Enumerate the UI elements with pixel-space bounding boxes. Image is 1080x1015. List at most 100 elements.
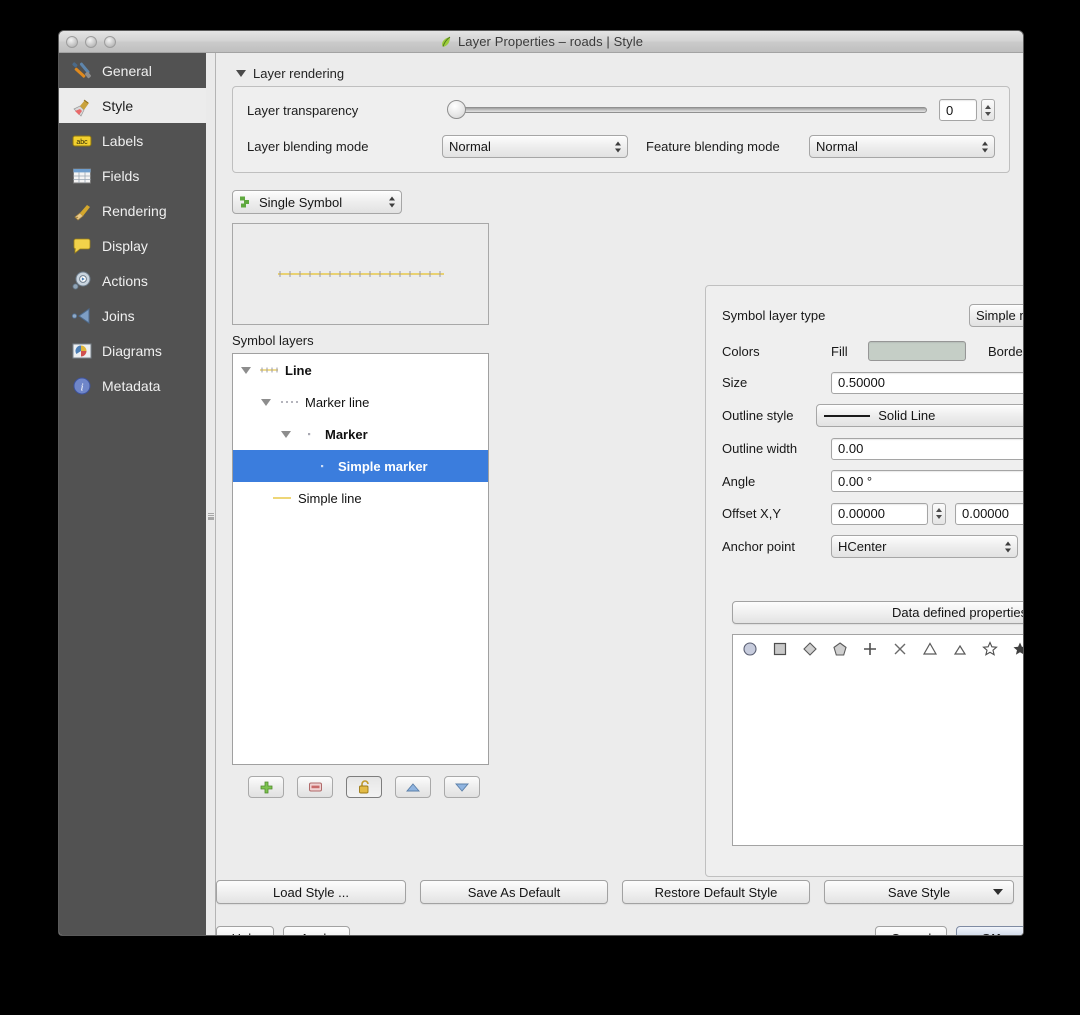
tree-item-line[interactable]: Line	[233, 354, 488, 386]
window-body: General Style abc Labels Fields Renderin…	[59, 53, 1024, 935]
slider-handle[interactable]	[447, 100, 466, 119]
layer-properties-window: Layer Properties – roads | Style General	[58, 30, 1024, 936]
tree-item-label: Simple line	[298, 490, 362, 506]
tree-item-simple-line[interactable]: Simple line	[233, 482, 488, 514]
offset-label: Offset X,Y	[722, 506, 782, 521]
zoom-button[interactable]	[104, 35, 116, 48]
layer-transparency-value[interactable]: 0	[939, 99, 977, 121]
add-symbol-layer-button[interactable]	[248, 776, 284, 798]
ok-button[interactable]: OK	[956, 926, 1023, 935]
sidebar-item-metadata[interactable]: i Metadata	[59, 368, 206, 403]
style-buttons-row: Load Style ... Save As Default Restore D…	[216, 880, 1023, 904]
move-up-button[interactable]	[395, 776, 431, 798]
tree-item-marker[interactable]: Marker	[233, 418, 488, 450]
offset-x-stepper[interactable]	[932, 502, 946, 525]
angle-input[interactable]: 0.00 °	[831, 470, 1023, 492]
gear-play-icon	[72, 271, 91, 289]
star-outline-marker-icon[interactable]	[979, 638, 1001, 660]
single-symbol-icon	[240, 196, 249, 208]
symbol-layers-tree[interactable]: Line Marker line Marker Simple marker Si…	[232, 353, 489, 765]
dot-icon	[308, 433, 311, 436]
layer-transparency-stepper[interactable]	[981, 99, 995, 121]
sidebar-item-label: Actions	[102, 272, 148, 289]
save-as-default-button[interactable]: Save As Default	[420, 880, 608, 904]
svg-text:i: i	[80, 381, 83, 393]
feature-blending-mode-select[interactable]: Normal	[809, 135, 995, 158]
help-button[interactable]: Help	[216, 926, 274, 935]
sidebar-item-fields[interactable]: Fields	[59, 158, 206, 193]
pentagon-marker-icon[interactable]	[829, 638, 851, 660]
star-filled-marker-icon[interactable]	[1009, 638, 1023, 660]
sidebar-item-label: Fields	[102, 167, 140, 184]
outline-width-input[interactable]: 0.00	[831, 437, 1023, 460]
renderer-type-select[interactable]: Single Symbol	[232, 190, 402, 214]
offset-x-input[interactable]: 0.00000	[831, 502, 928, 525]
triangle-marker-icon[interactable]	[919, 638, 941, 660]
apply-button[interactable]: Apply	[283, 926, 350, 935]
outline-style-select[interactable]: Solid Line	[816, 404, 1023, 427]
sidebar-item-general[interactable]: General	[59, 53, 206, 88]
sidebar-item-diagrams[interactable]: Diagrams	[59, 333, 206, 368]
move-down-button[interactable]	[444, 776, 480, 798]
tree-item-simple-marker[interactable]: Simple marker	[233, 450, 488, 482]
angle-label: Angle	[722, 473, 756, 489]
symbol-preview	[232, 223, 489, 325]
sidebar-item-style[interactable]: Style	[59, 88, 206, 123]
size-input[interactable]: 0.50000	[831, 371, 1023, 394]
load-style-button[interactable]: Load Style ...	[216, 880, 406, 904]
speech-bubble-icon	[73, 238, 91, 254]
circle-marker-icon[interactable]	[739, 638, 761, 660]
sidebar-item-labels[interactable]: abc Labels	[59, 123, 206, 158]
marker-shape-palette[interactable]	[732, 634, 1023, 846]
chevron-down-icon	[236, 70, 246, 77]
anchor-point-h-select[interactable]: HCenter	[831, 535, 1018, 558]
tree-item-marker-line[interactable]: Marker line	[233, 386, 488, 418]
border-label: Border	[988, 343, 1024, 359]
sidebar-item-label: Style	[102, 97, 134, 114]
marker-line-icon	[260, 367, 278, 373]
restore-default-style-button[interactable]: Restore Default Style	[622, 880, 810, 904]
data-defined-properties-button[interactable]: Data defined properties...	[732, 601, 1023, 624]
fill-color-swatch[interactable]	[868, 341, 966, 361]
disclosure-triangle-icon[interactable]	[261, 398, 271, 406]
symbol-preview-graphic	[277, 271, 444, 277]
symbol-layer-type-select[interactable]: Simple marker	[969, 304, 1023, 327]
chevron-updown-icon	[982, 141, 988, 152]
layer-blending-mode-select[interactable]: Normal	[442, 135, 628, 158]
cross-marker-icon[interactable]	[859, 638, 881, 660]
disclosure-triangle-icon[interactable]	[241, 366, 251, 374]
cancel-button[interactable]: Cancel	[875, 926, 947, 935]
window-controls	[59, 35, 116, 48]
small-triangle-marker-icon[interactable]	[949, 638, 971, 660]
close-button[interactable]	[66, 35, 78, 48]
sidebar-item-rendering[interactable]: Rendering	[59, 193, 206, 228]
colors-label: Colors	[722, 343, 760, 359]
sidebar-item-label: Joins	[102, 307, 135, 324]
layer-rendering-group-header[interactable]: Layer rendering	[236, 66, 1010, 81]
panel-splitter[interactable]	[206, 53, 216, 935]
layer-transparency-slider[interactable]	[447, 100, 927, 119]
minimize-button[interactable]	[85, 35, 97, 48]
diamond-marker-icon[interactable]	[799, 638, 821, 660]
disclosure-triangle-icon[interactable]	[281, 430, 291, 438]
symbol-layer-type-label: Symbol layer type	[722, 308, 826, 323]
svg-text:abc: abc	[76, 138, 88, 145]
sidebar-item-joins[interactable]: Joins	[59, 298, 206, 333]
lock-layer-button[interactable]	[346, 776, 382, 798]
join-arrow-icon	[71, 307, 90, 324]
sidebar-item-label: Rendering	[102, 202, 167, 219]
sidebar-item-actions[interactable]: Actions	[59, 263, 206, 298]
sidebar-item-display[interactable]: Display	[59, 228, 206, 263]
tree-item-label: Line	[285, 362, 312, 378]
save-style-button[interactable]: Save Style	[824, 880, 1014, 904]
window-title-text: Layer Properties – roads | Style	[457, 34, 644, 49]
offset-y-input[interactable]: 0.00000	[955, 502, 1023, 525]
square-marker-icon[interactable]	[769, 638, 791, 660]
chevron-updown-icon	[1005, 541, 1011, 552]
size-label: Size	[722, 375, 748, 390]
x-cross-marker-icon[interactable]	[889, 638, 911, 660]
outline-style-value: Solid Line	[878, 408, 936, 423]
remove-symbol-layer-button[interactable]	[297, 776, 333, 798]
dot-icon	[321, 465, 324, 468]
splitter-grip[interactable]	[208, 513, 214, 520]
